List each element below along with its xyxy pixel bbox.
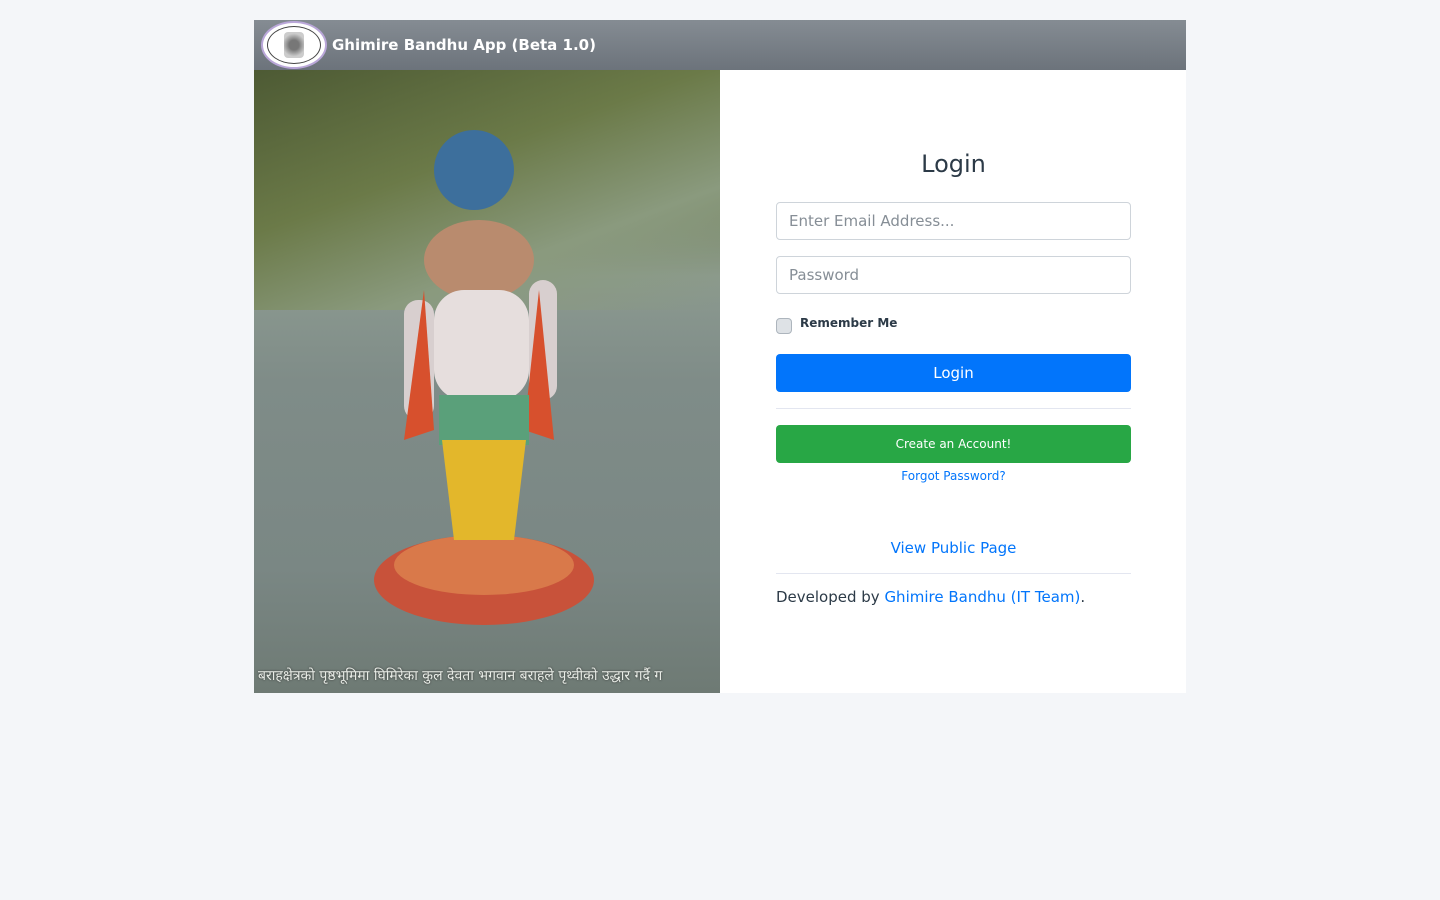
varaha-statue-image — [374, 130, 594, 625]
forgot-password-link[interactable]: Forgot Password? — [776, 469, 1131, 483]
divider — [776, 408, 1131, 409]
password-input[interactable] — [776, 256, 1131, 294]
remember-me-checkbox[interactable] — [776, 318, 792, 334]
app-header: Ghimire Bandhu App (Beta 1.0) — [254, 20, 1186, 70]
login-title: Login — [921, 150, 986, 178]
image-caption: बराहक्षेत्रको पृष्ठभूमिमा घिमिरेका कुल द… — [258, 668, 663, 684]
login-card: Ghimire Bandhu App (Beta 1.0) बराहक्षेत्… — [254, 20, 1186, 693]
app-title: Ghimire Bandhu App (Beta 1.0) — [332, 36, 596, 54]
login-form: Login Remember Me Login Create an Accoun… — [776, 70, 1131, 606]
login-button[interactable]: Login — [776, 354, 1131, 392]
divider — [776, 573, 1131, 574]
logo — [261, 21, 327, 69]
email-input[interactable] — [776, 202, 1131, 240]
remember-me[interactable]: Remember Me — [776, 312, 1131, 334]
view-public-page-link[interactable]: View Public Page — [776, 539, 1131, 557]
credit-suffix: . — [1080, 588, 1086, 606]
developer-link[interactable]: Ghimire Bandhu (IT Team) — [884, 588, 1080, 606]
remember-me-label: Remember Me — [800, 316, 898, 330]
credit-prefix: Developed by — [776, 588, 885, 606]
emblem-icon — [284, 32, 304, 58]
developer-credit: Developed by Ghimire Bandhu (IT Team). — [776, 588, 1131, 606]
hero-image: बराहक्षेत्रको पृष्ठभूमिमा घिमिरेका कुल द… — [254, 70, 720, 693]
create-account-button[interactable]: Create an Account! — [776, 425, 1131, 463]
